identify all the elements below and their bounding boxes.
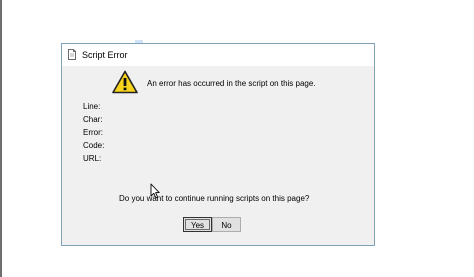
dialog-titlebar[interactable]: Script Error xyxy=(62,44,374,66)
mouse-cursor-icon xyxy=(150,183,160,199)
warning-icon xyxy=(112,70,138,94)
code-label: Code: xyxy=(83,141,105,150)
window-edge xyxy=(0,0,2,277)
error-label: Error: xyxy=(83,128,103,137)
script-error-dialog: Script Error An error has occurred in th… xyxy=(61,43,375,246)
document-icon xyxy=(68,49,76,60)
yes-button[interactable]: Yes xyxy=(183,217,212,232)
line-label: Line: xyxy=(83,102,101,111)
error-message: An error has occurred in the script on t… xyxy=(147,79,316,88)
dialog-title: Script Error xyxy=(82,50,128,60)
char-label: Char: xyxy=(83,115,103,124)
continue-question: Do you want to continue running scripts … xyxy=(119,194,310,203)
no-button[interactable]: No xyxy=(212,217,241,232)
url-label: URL: xyxy=(83,154,102,163)
